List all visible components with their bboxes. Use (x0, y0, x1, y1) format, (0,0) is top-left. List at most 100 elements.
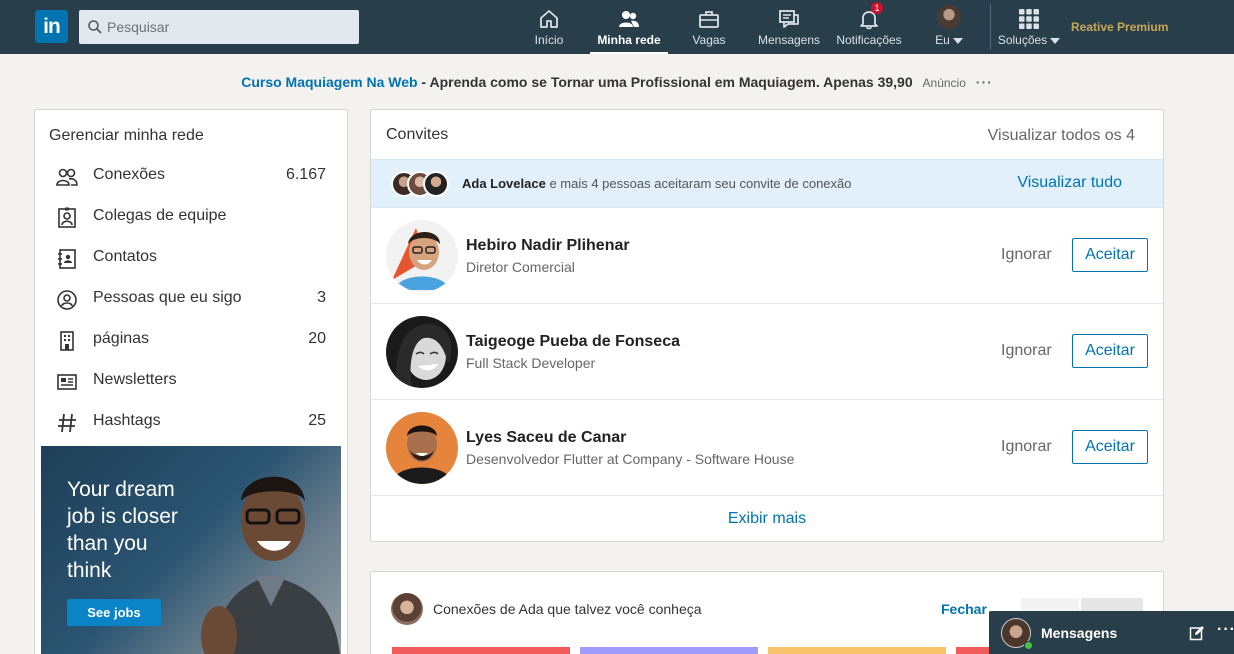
ignore-button[interactable]: Ignorar (1001, 438, 1052, 456)
sidebar-item-count: 3 (317, 289, 326, 306)
accepted-message: e mais 4 pessoas aceitaram seu convite d… (545, 176, 852, 191)
nav-solutions-label-wrap: Soluções (996, 33, 1062, 47)
hashtag-icon (58, 413, 76, 433)
see-jobs-button[interactable]: See jobs (67, 599, 161, 626)
avatar[interactable] (386, 220, 458, 292)
sidebar-item-teammates[interactable]: Colegas de equipe (35, 196, 347, 237)
avatar (937, 5, 961, 29)
avatar[interactable] (386, 316, 458, 388)
show-more-button[interactable]: Exibir mais (371, 496, 1163, 542)
pages-icon (60, 331, 74, 351)
nav-me-label: Eu (935, 33, 950, 47)
accept-button[interactable]: Aceitar (1072, 334, 1148, 368)
invitation-name[interactable]: Lyes Saceu de Canar (466, 429, 626, 447)
manage-network-card: Gerenciar minha rede Conexões 6.167 Cole… (34, 109, 348, 654)
view-all-invitations-link[interactable]: Visualizar todos os 4 (988, 127, 1135, 145)
nav-messaging-label: Mensagens (757, 33, 821, 47)
nav-home-label: Início (534, 33, 564, 47)
nav-my-network[interactable]: Minha rede (590, 0, 668, 54)
avatar (423, 171, 449, 197)
invitation-row: Hebiro Nadir Plihenar Diretor Comercial … (371, 208, 1163, 304)
avatar (391, 593, 423, 625)
nav-home[interactable]: Início (527, 0, 571, 54)
invitation-row: Taigeoge Pueba de Fonseca Full Stack Dev… (371, 304, 1163, 400)
home-icon (540, 10, 558, 28)
nav-messaging[interactable]: Mensagens (756, 0, 822, 54)
nav-notifications-label: Notificações (836, 33, 902, 47)
compose-icon[interactable] (1189, 625, 1205, 641)
sidebar-item-connections[interactable]: Conexões 6.167 (35, 155, 347, 196)
more-options-icon[interactable]: ··· (1217, 621, 1234, 639)
ad-text: - Aprenda como se Tornar uma Profissiona… (417, 74, 913, 90)
invitation-row: Lyes Saceu de Canar Desenvolvedor Flutte… (371, 400, 1163, 496)
close-suggestions-link[interactable]: Fechar (941, 601, 987, 617)
accepted-text: Ada Lovelace e mais 4 pessoas aceitaram … (462, 176, 852, 191)
nav-divider (990, 4, 991, 50)
following-icon (57, 290, 77, 310)
nav-solutions[interactable]: Soluções (996, 0, 1062, 54)
accepted-invitations-banner: Ada Lovelace e mais 4 pessoas aceitaram … (371, 159, 1163, 208)
invitation-name[interactable]: Hebiro Nadir Plihenar (466, 237, 630, 255)
messaging-bar[interactable]: Mensagens ··· (989, 611, 1234, 654)
chevron-down-icon (952, 37, 963, 44)
invitation-subtitle: Desenvolvedor Flutter at Company - Softw… (466, 451, 795, 467)
sidebar-item-contacts[interactable]: Contatos (35, 237, 347, 278)
jobs-promo-banner[interactable]: Your dream job is closer than you think … (41, 446, 341, 654)
sidebar-item-label: Hashtags (93, 412, 161, 429)
ad-link[interactable]: Curso Maquiagem Na Web (241, 74, 417, 90)
accept-button[interactable]: Aceitar (1072, 430, 1148, 464)
invitation-name[interactable]: Taigeoge Pueba de Fonseca (466, 333, 680, 351)
notification-badge: 1 (871, 2, 883, 14)
avatar[interactable] (386, 412, 458, 484)
invitations-card: Convites Visualizar todos os 4 Ada Lovel… (370, 109, 1164, 542)
promo-text: Your dream job is closer than you think (67, 478, 178, 582)
accepted-name[interactable]: Ada Lovelace (462, 176, 546, 191)
view-all-accepted-link[interactable]: Visualizar tudo (1017, 174, 1122, 192)
nav-me-label-wrap: Eu (926, 33, 972, 47)
ignore-button[interactable]: Ignorar (1001, 246, 1052, 264)
nav-solutions-label: Soluções (997, 33, 1048, 47)
invitations-title: Convites (386, 126, 449, 143)
sidebar-item-count: 20 (308, 330, 326, 347)
nav-notifications[interactable]: 1 Notificações (834, 0, 904, 54)
linkedin-logo[interactable]: in (35, 10, 68, 43)
search-input[interactable] (107, 10, 352, 44)
messaging-icon (779, 10, 799, 28)
sidebar-item-following[interactable]: Pessoas que eu sigo 3 (35, 278, 347, 319)
sidebar-item-label: Colegas de equipe (93, 207, 227, 224)
search-icon (88, 20, 102, 34)
nav-me[interactable]: Eu (926, 0, 972, 54)
ad-tag: Anúncio (922, 76, 966, 90)
nav-jobs[interactable]: Vagas (686, 0, 732, 54)
connections-icon (56, 168, 78, 186)
accepted-avatars (391, 171, 451, 199)
sidebar-item-label: Newsletters (93, 371, 177, 388)
sidebar-item-pages[interactable]: páginas 20 (35, 319, 347, 360)
sidebar-item-newsletters[interactable]: Newsletters (35, 360, 347, 401)
suggestion-card-banner[interactable] (768, 647, 946, 654)
nav-jobs-label: Vagas (692, 33, 726, 47)
nav-my-network-label: Minha rede (597, 33, 661, 47)
search-box[interactable] (79, 10, 359, 44)
suggestions-title: Conexões de Ada que talvez você conheça (433, 601, 702, 617)
grid-icon (1019, 9, 1039, 29)
sponsored-ad: Curso Maquiagem Na Web - Aprenda como se… (0, 74, 1234, 90)
sidebar-item-count: 6.167 (285, 166, 326, 183)
briefcase-icon (699, 11, 719, 28)
sidebar-item-label: Contatos (93, 248, 158, 265)
accept-button[interactable]: Aceitar (1072, 238, 1148, 272)
manage-network-title: Gerenciar minha rede (49, 127, 204, 144)
smiling-man-photo (201, 476, 340, 654)
more-options-icon[interactable]: ··· (976, 74, 993, 90)
suggestion-card-banner[interactable] (392, 647, 570, 654)
online-status-dot (1024, 641, 1033, 650)
sidebar-item-count: 25 (308, 412, 326, 429)
premium-link[interactable]: Reative Premium (1071, 20, 1168, 34)
suggestion-card-banner[interactable] (580, 647, 758, 654)
sidebar-item-label: Pessoas que eu sigo (93, 289, 242, 306)
top-navigation-bar: in Início Minha rede Vagas Mensagens 1 N… (0, 0, 1234, 54)
ignore-button[interactable]: Ignorar (1001, 342, 1052, 360)
sidebar-item-hashtags[interactable]: Hashtags 25 (35, 401, 347, 442)
invitation-subtitle: Full Stack Developer (466, 355, 596, 371)
chevron-down-icon (1050, 37, 1061, 44)
